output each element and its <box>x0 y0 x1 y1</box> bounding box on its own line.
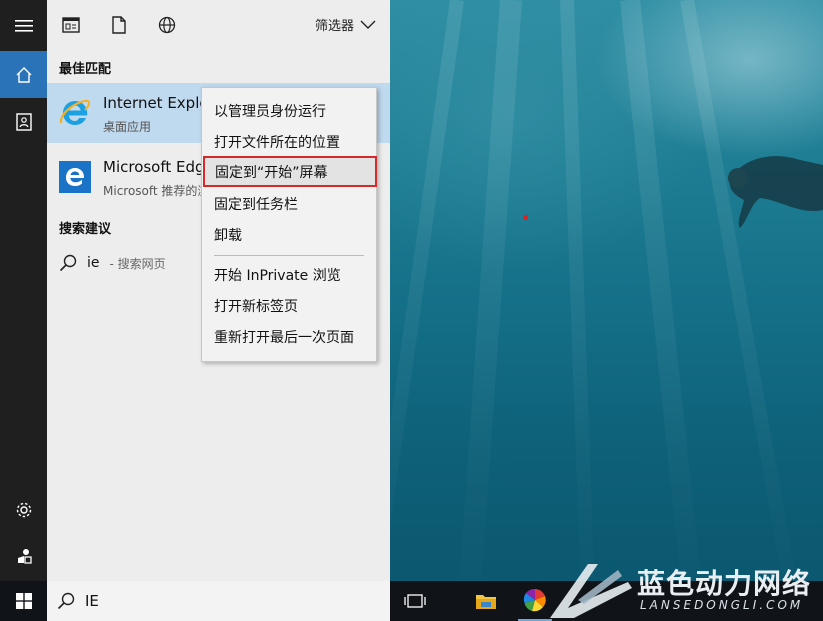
menu-separator <box>214 255 364 256</box>
folder-icon <box>476 595 496 609</box>
swimmer-image <box>728 156 823 228</box>
search-icon <box>57 592 75 610</box>
gear-icon <box>16 502 31 517</box>
best-match-heading: 最佳匹配 <box>59 62 112 77</box>
home-icon <box>16 66 31 83</box>
taskbar-search-box[interactable] <box>47 581 390 621</box>
start-button[interactable] <box>0 581 47 621</box>
menu-item-reopen-last[interactable]: 重新打开最后一次页面 <box>202 321 376 352</box>
result-name: Microsoft Edge <box>103 158 214 176</box>
document-icon <box>112 16 126 34</box>
suggestions-heading: 搜索建议 <box>59 222 112 237</box>
search-scope-bar: 筛选器 <box>47 0 390 51</box>
notebook-icon <box>15 112 32 131</box>
search-icon <box>59 254 77 272</box>
web-scope-button[interactable] <box>156 14 178 36</box>
desktop-wallpaper <box>390 0 823 581</box>
suggestion-hint: - 搜索网页 <box>109 256 166 271</box>
menu-item-uninstall[interactable]: 卸载 <box>202 219 376 250</box>
watermark-cn-text: 蓝色动力网络 <box>637 567 812 600</box>
feedback-icon <box>17 548 32 564</box>
pinwheel-app-button[interactable] <box>518 581 552 621</box>
feedback-button[interactable] <box>0 532 47 579</box>
task-view-button[interactable] <box>398 581 432 621</box>
task-view-icon <box>404 594 426 608</box>
notebook-button[interactable] <box>0 98 47 145</box>
result-subtitle: 桌面应用 <box>103 120 152 134</box>
filter-dropdown[interactable]: 筛选器 <box>315 15 376 34</box>
context-menu: 以管理员身份运行 打开文件所在的位置 固定到“开始”屏幕 固定到任务栏 卸载 开… <box>201 87 377 362</box>
menu-item-open-file-location[interactable]: 打开文件所在的位置 <box>202 126 376 157</box>
menu-item-pin-to-taskbar[interactable]: 固定到任务栏 <box>202 188 376 219</box>
filter-label: 筛选器 <box>314 19 354 34</box>
menu-item-new-tab[interactable]: 打开新标签页 <box>202 290 376 321</box>
suggestion-query: ie <box>87 255 100 271</box>
cursor-dot <box>523 215 528 220</box>
pinwheel-icon <box>523 588 546 612</box>
web-suggestion-ie[interactable]: ie - 搜索网页 <box>59 251 166 275</box>
menu-item-run-as-admin[interactable]: 以管理员身份运行 <box>202 95 376 126</box>
chevron-down-icon <box>360 20 376 29</box>
hamburger-icon <box>14 19 33 32</box>
windows-logo-icon <box>15 593 32 609</box>
documents-scope-button[interactable] <box>108 14 130 36</box>
menu-item-inprivate[interactable]: 开始 InPrivate 浏览 <box>202 259 376 290</box>
file-explorer-button[interactable] <box>470 581 502 621</box>
watermark-logo <box>550 564 632 618</box>
apps-scope-button[interactable] <box>60 14 82 36</box>
settings-button[interactable] <box>0 486 47 533</box>
menu-item-pin-to-start[interactable]: 固定到“开始”屏幕 <box>203 156 377 187</box>
home-button[interactable] <box>0 51 47 98</box>
app-window-icon <box>62 17 80 33</box>
search-input[interactable] <box>85 592 345 610</box>
start-rail <box>0 0 47 581</box>
globe-icon <box>158 16 176 34</box>
internet-explorer-icon <box>59 99 91 125</box>
microsoft-edge-icon <box>59 161 91 193</box>
watermark-en-text: LANSEDONGLI.COM <box>640 598 804 612</box>
hamburger-menu-button[interactable] <box>0 2 47 49</box>
